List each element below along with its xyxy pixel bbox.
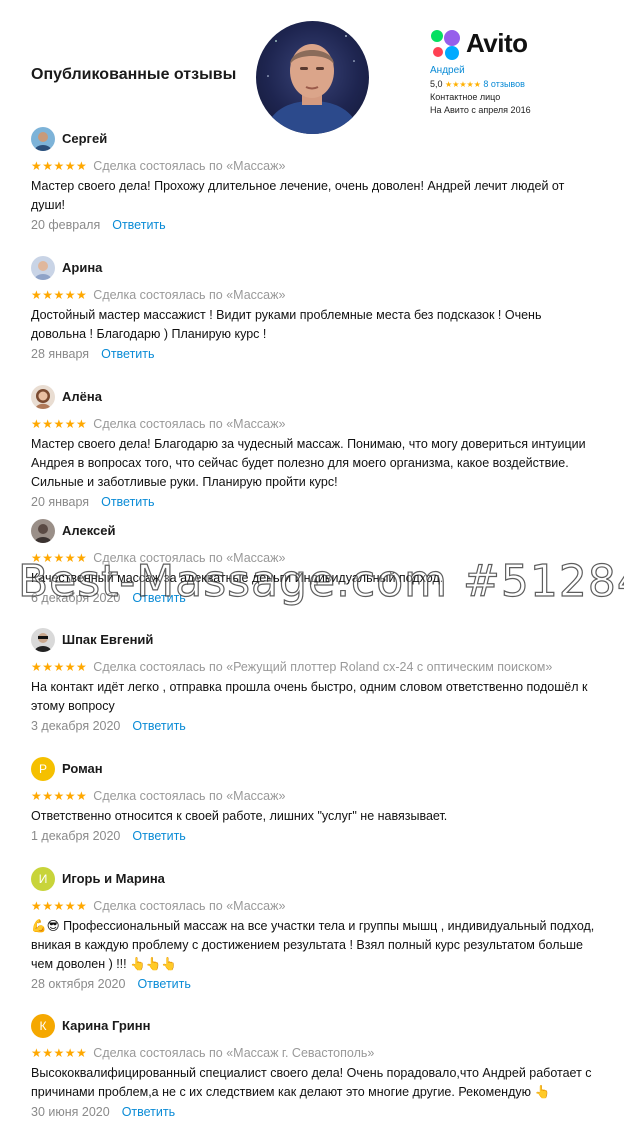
deal-info: Сделка состоялась по «Массаж»: [93, 551, 286, 565]
reply-link[interactable]: Ответить: [101, 347, 154, 361]
rating-stars: ★★★★★: [31, 660, 88, 674]
review-item: Шпак Евгений ★★★★★ Сделка состоялась по «…: [31, 628, 611, 733]
avatar: Р: [31, 757, 55, 781]
deal-info: Сделка состоялась по «Массаж»: [93, 159, 286, 173]
reviewer-name: Алексей: [62, 523, 116, 538]
deal-info: Сделка состоялась по «Массаж»: [93, 288, 286, 302]
review-text: Качественный массаж за адекватные деньги…: [31, 571, 444, 585]
review-item: Арина ★★★★★ Сделка состоялась по «Массаж»…: [31, 256, 611, 361]
rating-value: 5,0: [430, 79, 443, 89]
review-text: Высококвалифицированный специалист своег…: [31, 1066, 592, 1099]
review-date: 28 января: [31, 347, 90, 361]
review-item: Алексей ★★★★★ Сделка состоялась по «Масса…: [31, 519, 611, 605]
review-item: К Карина Гринн ★★★★★ Сделка состоялась по…: [31, 1014, 611, 1119]
reply-link[interactable]: Ответить: [132, 719, 185, 733]
reply-link[interactable]: Ответить: [132, 591, 185, 605]
review-date: 20 февраля: [31, 218, 101, 232]
avatar: К: [31, 1014, 55, 1038]
review-item: Р Роман ★★★★★ Сделка состоялась по «Масса…: [31, 757, 611, 843]
deal-info: Сделка состоялась по «Массаж»: [93, 789, 286, 803]
review-date: 3 декабря 2020: [31, 719, 121, 733]
reply-link[interactable]: Ответить: [112, 218, 165, 232]
review-item: И Игорь и Марина ★★★★★ Сделка состоялась …: [31, 867, 611, 991]
deal-info: Сделка состоялась по «Режущий плоттер Ro…: [93, 660, 553, 674]
deal-info: Сделка состоялась по «Массаж»: [93, 899, 286, 913]
member-since: На Авито с апреля 2016: [430, 105, 531, 115]
avatar: [31, 127, 55, 151]
review-date: 1 декабря 2020: [31, 829, 121, 843]
avatar: [31, 385, 55, 409]
review-text: 💪😎 Профессиональный массаж на все участк…: [31, 919, 595, 971]
avito-seller-card: Avito Андрей 5,0 ★★★★★ 8 отзывов Контакт…: [430, 27, 620, 115]
avatar: [31, 628, 55, 652]
seller-rating: 5,0 ★★★★★ 8 отзывов: [430, 79, 620, 89]
reviewer-name: Арина: [62, 260, 103, 275]
rating-stars: ★★★★★: [31, 159, 88, 173]
reviewer-name: Карина Гринн: [62, 1018, 151, 1033]
review-item: Алёна ★★★★★ Сделка состоялась по «Массаж»…: [31, 385, 611, 509]
review-date: 28 октября 2020: [31, 977, 126, 991]
avito-logo: Avito: [430, 27, 620, 61]
avatar: И: [31, 867, 55, 891]
reviewer-name: Сергей: [62, 131, 108, 146]
reviewer-name: Игорь и Марина: [62, 871, 165, 886]
rating-stars: ★★★★★: [445, 80, 481, 89]
review-date: 6 декабря 2020: [31, 591, 121, 605]
avatar: [31, 519, 55, 543]
reviewer-name: Алёна: [62, 389, 102, 404]
review-text: На контакт идёт легко , отправка прошла …: [31, 680, 588, 713]
rating-stars: ★★★★★: [31, 899, 88, 913]
review-text: Мастер своего дела! Благодарю за чудесны…: [31, 437, 586, 489]
reply-link[interactable]: Ответить: [132, 829, 185, 843]
contact-label: Контактное лицо: [430, 92, 501, 102]
seller-photo: [256, 21, 369, 134]
rating-stars: ★★★★★: [31, 551, 88, 565]
review-item: Сергей ★★★★★ Сделка состоялась по «Массаж…: [31, 127, 611, 232]
reply-link[interactable]: Ответить: [101, 495, 154, 509]
rating-stars: ★★★★★: [31, 288, 88, 302]
avito-dots-icon: [431, 30, 460, 60]
rating-stars: ★★★★★: [31, 789, 88, 803]
review-date: 30 июня 2020: [31, 1105, 110, 1119]
review-text: Достойный мастер массажист ! Видит рукам…: [31, 308, 542, 341]
reviews-count-link[interactable]: 8 отзывов: [483, 79, 525, 89]
rating-stars: ★★★★★: [31, 1046, 88, 1060]
rating-stars: ★★★★★: [31, 417, 88, 431]
avatar: [31, 256, 55, 280]
page-title: Опубликованные отзывы: [31, 66, 237, 83]
review-text: Ответственно относится к своей работе, л…: [31, 809, 448, 823]
deal-info: Сделка состоялась по «Массаж г. Севастоп…: [93, 1046, 375, 1060]
deal-info: Сделка состоялась по «Массаж»: [93, 417, 286, 431]
reviewer-name: Роман: [62, 761, 103, 776]
seller-name-link[interactable]: Андрей: [430, 65, 620, 76]
reply-link[interactable]: Ответить: [122, 1105, 175, 1119]
reply-link[interactable]: Ответить: [137, 977, 190, 991]
avito-brand: Avito: [466, 28, 528, 58]
review-text: Мастер своего дела! Прохожу длительное л…: [31, 179, 565, 212]
review-date: 20 января: [31, 495, 90, 509]
reviewer-name: Шпак Евгений: [62, 632, 154, 647]
